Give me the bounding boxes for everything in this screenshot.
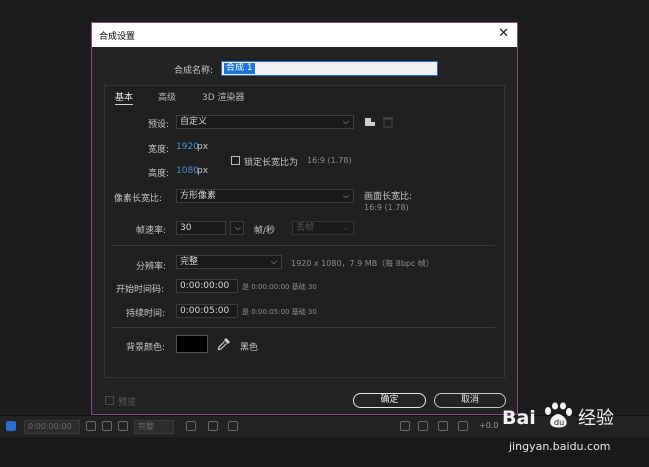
resolution-info: 1920 x 1080，7.9 MB（每 8bpc 帧）	[291, 259, 434, 268]
pixel-aspect-select[interactable]: 方形像素 ⌵	[176, 189, 354, 203]
composition-settings-dialog: 合成设置 ✕ 合成名称: 合成 1 基本 高级 3D 渲染器 预设: 自定义 ⌵…	[91, 22, 518, 415]
save-preset-icon[interactable]	[364, 116, 376, 128]
settings-icon[interactable]	[458, 421, 468, 431]
chevron-down-icon: ⌵	[234, 223, 241, 232]
frame-aspect-label: 画面长宽比:	[364, 192, 413, 202]
dialog-title: 合成设置	[99, 32, 136, 42]
timecode-display[interactable]: 0:00:00:00	[24, 420, 80, 434]
fast-preview-icon[interactable]	[418, 421, 428, 431]
divider	[112, 327, 495, 328]
resolution-value: 完整	[180, 257, 199, 267]
baidu-logo: Bai du 经验	[502, 402, 614, 429]
chevron-down-icon: ⌵	[342, 191, 349, 200]
duration-label: 持续时间:	[126, 309, 166, 319]
close-icon[interactable]: ✕	[498, 26, 509, 41]
start-timecode-label: 开始时间码:	[116, 285, 165, 295]
eyedropper-icon[interactable]	[217, 337, 231, 351]
resolution-label: 分辨率:	[136, 262, 167, 272]
ok-button[interactable]: 确定	[353, 393, 426, 408]
bg-color-label: 背景颜色:	[126, 343, 166, 353]
comp-name-label: 合成名称:	[174, 66, 214, 76]
svg-text:经验: 经验	[578, 408, 614, 429]
cancel-button[interactable]: 取消	[434, 393, 506, 408]
lock-aspect-value: 16:9 (1.78)	[307, 156, 352, 165]
width-unit: px	[197, 142, 209, 152]
svg-text:du: du	[554, 418, 564, 427]
preset-value: 自定义	[180, 117, 208, 127]
pixel-aspect-value: 方形像素	[180, 191, 217, 201]
view-layout-icon[interactable]	[400, 421, 410, 431]
frame-rate-input[interactable]: 30	[176, 221, 226, 235]
frame-rate-menu[interactable]: ⌵	[230, 221, 244, 235]
tab-advanced[interactable]: 高级	[158, 90, 176, 103]
preview-label: 预览	[118, 398, 137, 408]
tab-3d-renderer[interactable]: 3D 渲染器	[202, 90, 245, 103]
svg-text:Bai: Bai	[502, 407, 536, 429]
bg-color-name: 黑色	[240, 343, 259, 353]
dialog-titlebar: 合成设置 ✕	[92, 23, 517, 47]
flowchart-icon[interactable]	[438, 421, 448, 431]
resolution-select[interactable]: 完整 ⌵	[176, 255, 282, 269]
frame-rate-label: 帧速率:	[136, 226, 167, 236]
viewer-icon[interactable]	[6, 421, 16, 431]
transparency-icon[interactable]	[228, 421, 238, 431]
drop-frame-select: 丢帧 ⌵	[292, 221, 354, 235]
preset-label: 预设:	[148, 120, 170, 130]
tab-basic[interactable]: 基本	[115, 90, 134, 105]
grid-icon[interactable]	[208, 421, 218, 431]
preview-checkbox[interactable]	[105, 396, 114, 405]
region-icon[interactable]	[186, 421, 196, 431]
channel-icon[interactable]	[118, 421, 128, 431]
chevron-down-icon: ⌵	[342, 117, 349, 126]
start-timecode-input[interactable]: 0:00:00:00	[176, 279, 238, 293]
lock-aspect-checkbox[interactable]	[231, 156, 240, 165]
watermark-url: jingyan.baidu.com	[509, 440, 611, 453]
chevron-down-icon: ⌵	[270, 257, 277, 266]
pixel-aspect-label: 像素长宽比:	[114, 194, 163, 204]
drop-frame-value: 丢帧	[296, 223, 315, 233]
duration-info: 是 0:00:05:00 基础 30	[242, 308, 317, 316]
lock-aspect-label: 锁定长宽比为	[244, 158, 299, 168]
frame-aspect-value: 16:9 (1.78)	[364, 203, 409, 212]
height-label: 高度:	[148, 169, 170, 179]
height-unit: px	[197, 166, 209, 176]
quality-select[interactable]: 完整	[134, 420, 174, 434]
divider	[112, 245, 495, 246]
color-icon[interactable]	[102, 421, 112, 431]
preset-select[interactable]: 自定义 ⌵	[176, 115, 354, 129]
bg-color-swatch[interactable]	[176, 335, 208, 353]
exposure-value[interactable]: +0.0	[476, 420, 498, 434]
camera-icon[interactable]	[86, 421, 96, 431]
fps-label: 帧/秒	[254, 226, 276, 236]
comp-name-input[interactable]: 合成 1	[221, 61, 438, 76]
duration-input[interactable]: 0:00:05:00	[176, 304, 238, 318]
comp-name-value[interactable]: 合成 1	[224, 63, 255, 74]
delete-preset-icon[interactable]	[382, 116, 394, 128]
width-value[interactable]: 1920	[176, 142, 199, 152]
start-timecode-info: 是 0:00:00:00 基础 30	[242, 283, 317, 291]
chevron-down-icon: ⌵	[342, 223, 349, 232]
width-label: 宽度:	[148, 145, 170, 155]
height-value[interactable]: 1080	[176, 166, 199, 176]
